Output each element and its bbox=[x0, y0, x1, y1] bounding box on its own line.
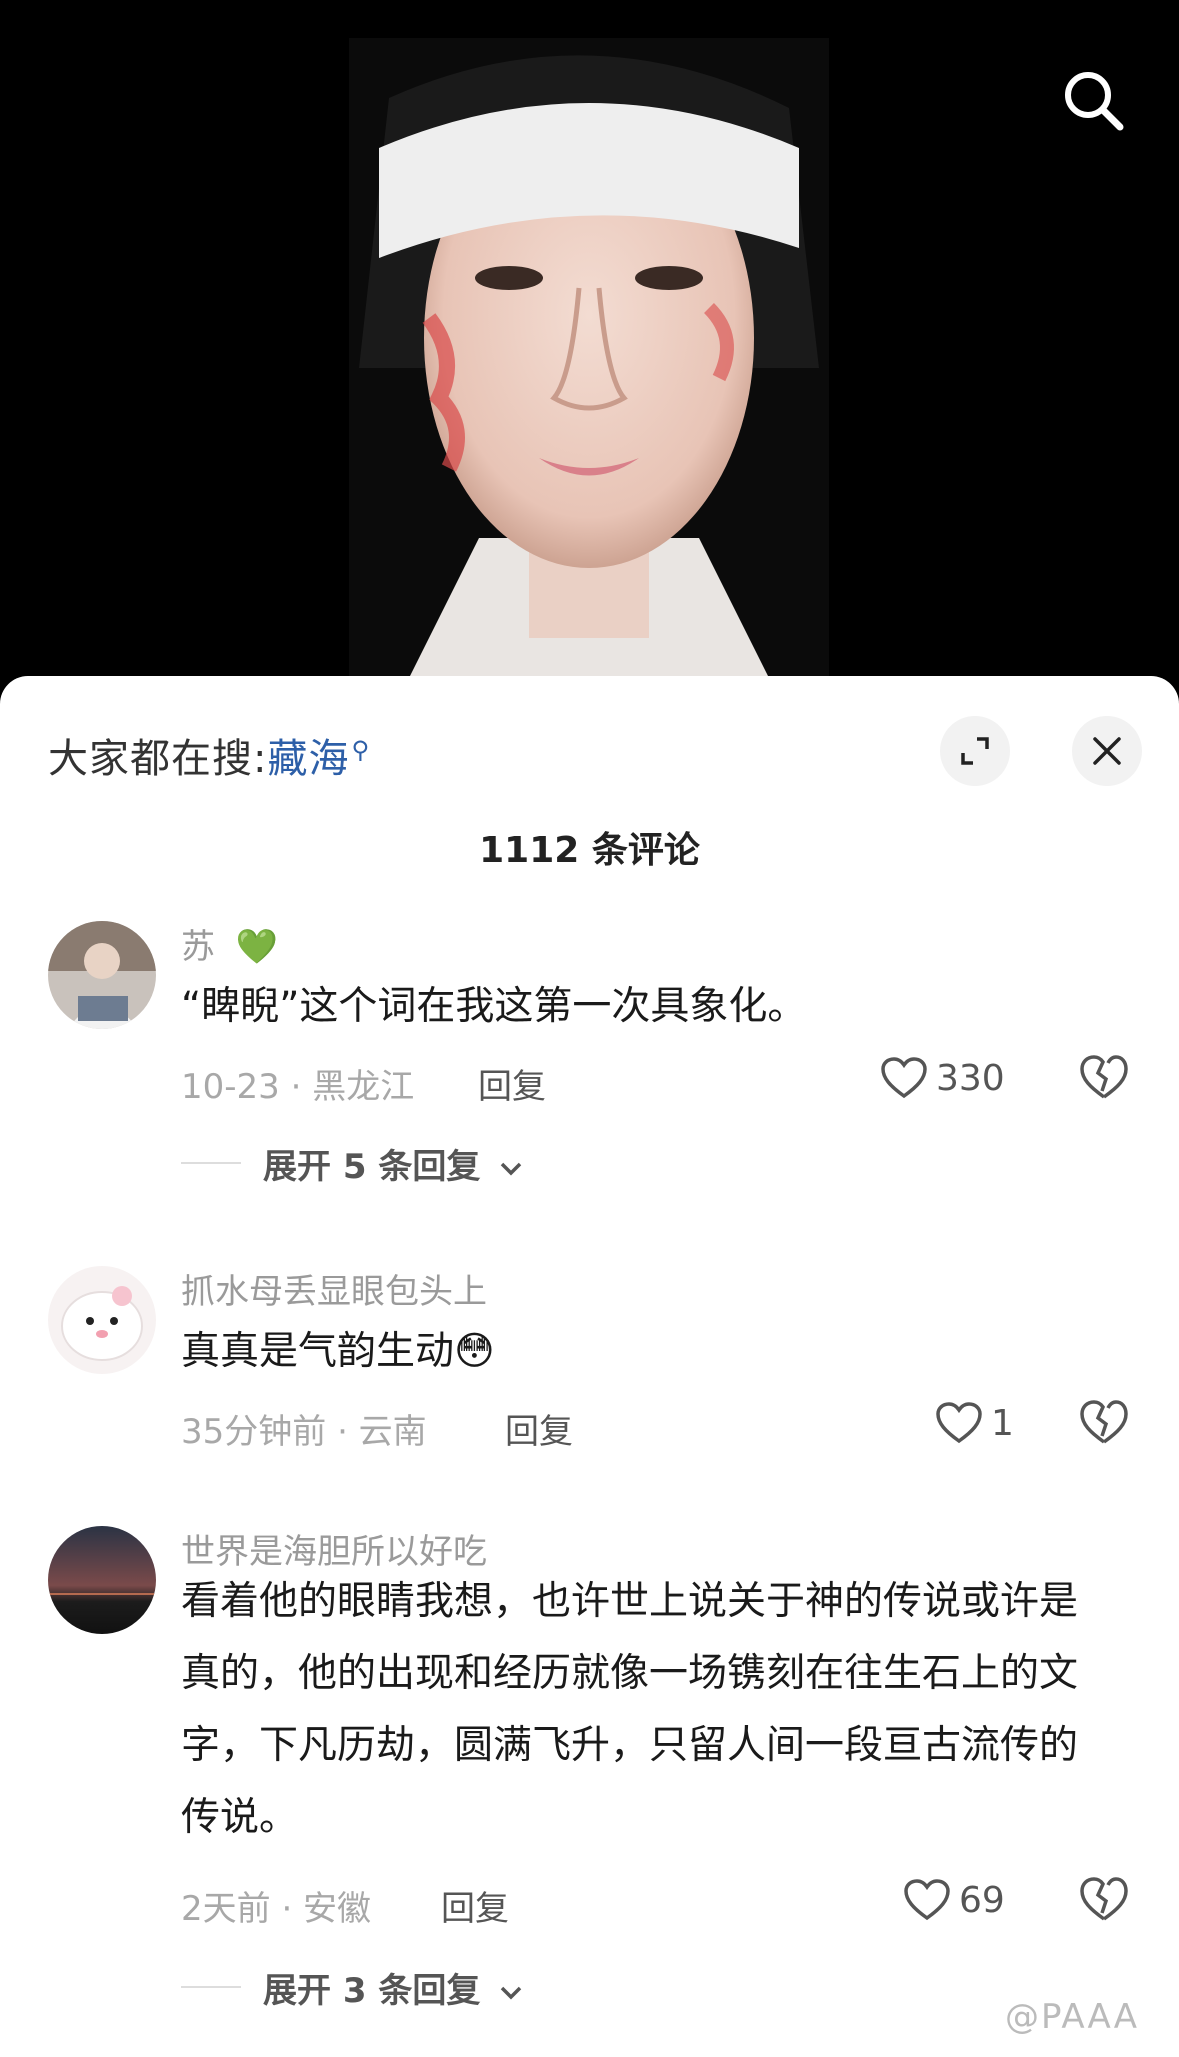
search-icon bbox=[1065, 72, 1124, 131]
dislike-button[interactable] bbox=[1078, 1396, 1130, 1448]
watermark: @PAAA bbox=[1005, 1997, 1139, 2037]
expand-button[interactable] bbox=[940, 716, 1010, 786]
chevron-down-icon bbox=[500, 1986, 522, 2000]
comment-sheet: 大家都在搜:藏海⚲ 1112 条评论 苏 💚 “睥睨”这个词在我这第一次具象化。… bbox=[0, 676, 1179, 2057]
comment-meta: 2天前 · 安徽 bbox=[181, 1889, 372, 1929]
close-icon bbox=[1093, 737, 1121, 765]
comment-meta: 10-23 · 黑龙江 bbox=[181, 1067, 415, 1107]
avatar[interactable] bbox=[48, 921, 156, 1029]
hot-search-prefix: 大家都在搜: bbox=[48, 736, 268, 782]
comment-text: 真真是气韵生动😳 bbox=[181, 1329, 495, 1374]
expand-divider bbox=[181, 1986, 241, 1988]
portrait-image bbox=[349, 38, 829, 678]
broken-heart-icon bbox=[1080, 1055, 1128, 1099]
mini-search-icon: ⚲ bbox=[351, 735, 371, 764]
reply-button[interactable]: 回复 bbox=[505, 1404, 573, 1453]
reply-button[interactable]: 回复 bbox=[441, 1881, 509, 1930]
like-button[interactable]: 330 bbox=[880, 1056, 1005, 1100]
like-count: 69 bbox=[959, 1879, 1005, 1921]
chevron-down-icon bbox=[500, 1162, 522, 1176]
app-screen: 大家都在搜:藏海⚲ 1112 条评论 苏 💚 “睥睨”这个词在我这第一次具象化。… bbox=[0, 0, 1179, 2057]
hot-search-keyword[interactable]: 藏海 bbox=[267, 736, 349, 782]
reply-button[interactable]: 回复 bbox=[478, 1059, 546, 1108]
video-frame[interactable] bbox=[349, 38, 829, 678]
comment-count: 1112 条评论 bbox=[479, 830, 700, 871]
green-heart-icon: 💚 bbox=[235, 927, 279, 967]
close-button[interactable] bbox=[1072, 716, 1142, 786]
like-count: 1 bbox=[991, 1402, 1014, 1444]
expand-replies-button[interactable]: 展开 5 条回复 bbox=[263, 1139, 524, 1188]
video-area[interactable] bbox=[0, 0, 1179, 700]
comment-meta: 35分钟前 · 云南 bbox=[181, 1412, 427, 1452]
heart-icon bbox=[881, 1057, 927, 1099]
broken-heart-icon bbox=[1080, 1877, 1128, 1921]
dislike-button[interactable] bbox=[1078, 1051, 1130, 1103]
expand-replies-button[interactable]: 展开 3 条回复 bbox=[263, 1963, 524, 2012]
avatar[interactable] bbox=[48, 1526, 156, 1634]
expand-icon bbox=[961, 737, 989, 765]
username[interactable]: 苏 💚 bbox=[181, 919, 278, 968]
expand-divider bbox=[181, 1162, 241, 1164]
avatar[interactable] bbox=[48, 1266, 156, 1374]
like-button[interactable]: 69 bbox=[903, 1878, 1005, 1922]
username[interactable]: 抓水母丢显眼包头上 bbox=[181, 1264, 487, 1313]
hot-search-bar[interactable]: 大家都在搜:藏海⚲ bbox=[48, 726, 370, 784]
broken-heart-icon bbox=[1080, 1400, 1128, 1444]
heart-icon bbox=[904, 1879, 950, 1921]
like-count: 330 bbox=[936, 1057, 1005, 1099]
like-button[interactable]: 1 bbox=[935, 1401, 1014, 1445]
comment-text: “睥睨”这个词在我这第一次具象化。 bbox=[181, 984, 807, 1029]
search-button[interactable] bbox=[1058, 65, 1128, 135]
dislike-button[interactable] bbox=[1078, 1873, 1130, 1925]
comment-text: 看着他的眼睛我想，也许世上说关于神的传说或许是真的，他的出现和经历就像一场镌刻在… bbox=[181, 1579, 1079, 1840]
heart-icon bbox=[936, 1402, 982, 1444]
